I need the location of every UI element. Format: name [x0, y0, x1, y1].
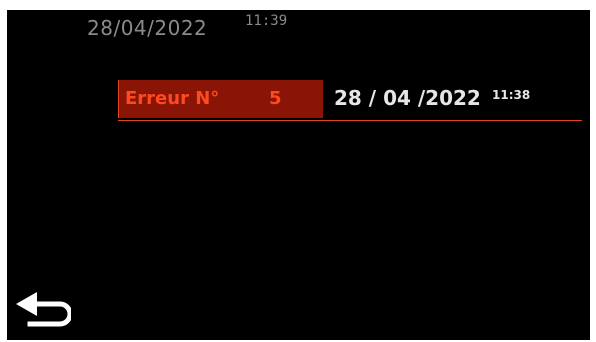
back-button[interactable]: [13, 288, 73, 332]
error-time: 11:38: [492, 88, 531, 102]
header-date: 28/04/2022: [87, 16, 208, 40]
back-arrow-icon: [16, 292, 73, 327]
error-number: 5: [269, 88, 282, 109]
error-date: 28 / 04 /2022: [334, 86, 481, 110]
error-list-item[interactable]: Erreur N° 5 28 / 04 /2022 11:38: [118, 80, 582, 121]
header-time: 11:39: [245, 13, 288, 29]
screen: 28/04/2022 11:39 Erreur N° 5 28 / 04 /20…: [7, 10, 590, 340]
error-label: Erreur N°: [125, 88, 220, 109]
error-label-box: Erreur N° 5: [118, 80, 323, 118]
